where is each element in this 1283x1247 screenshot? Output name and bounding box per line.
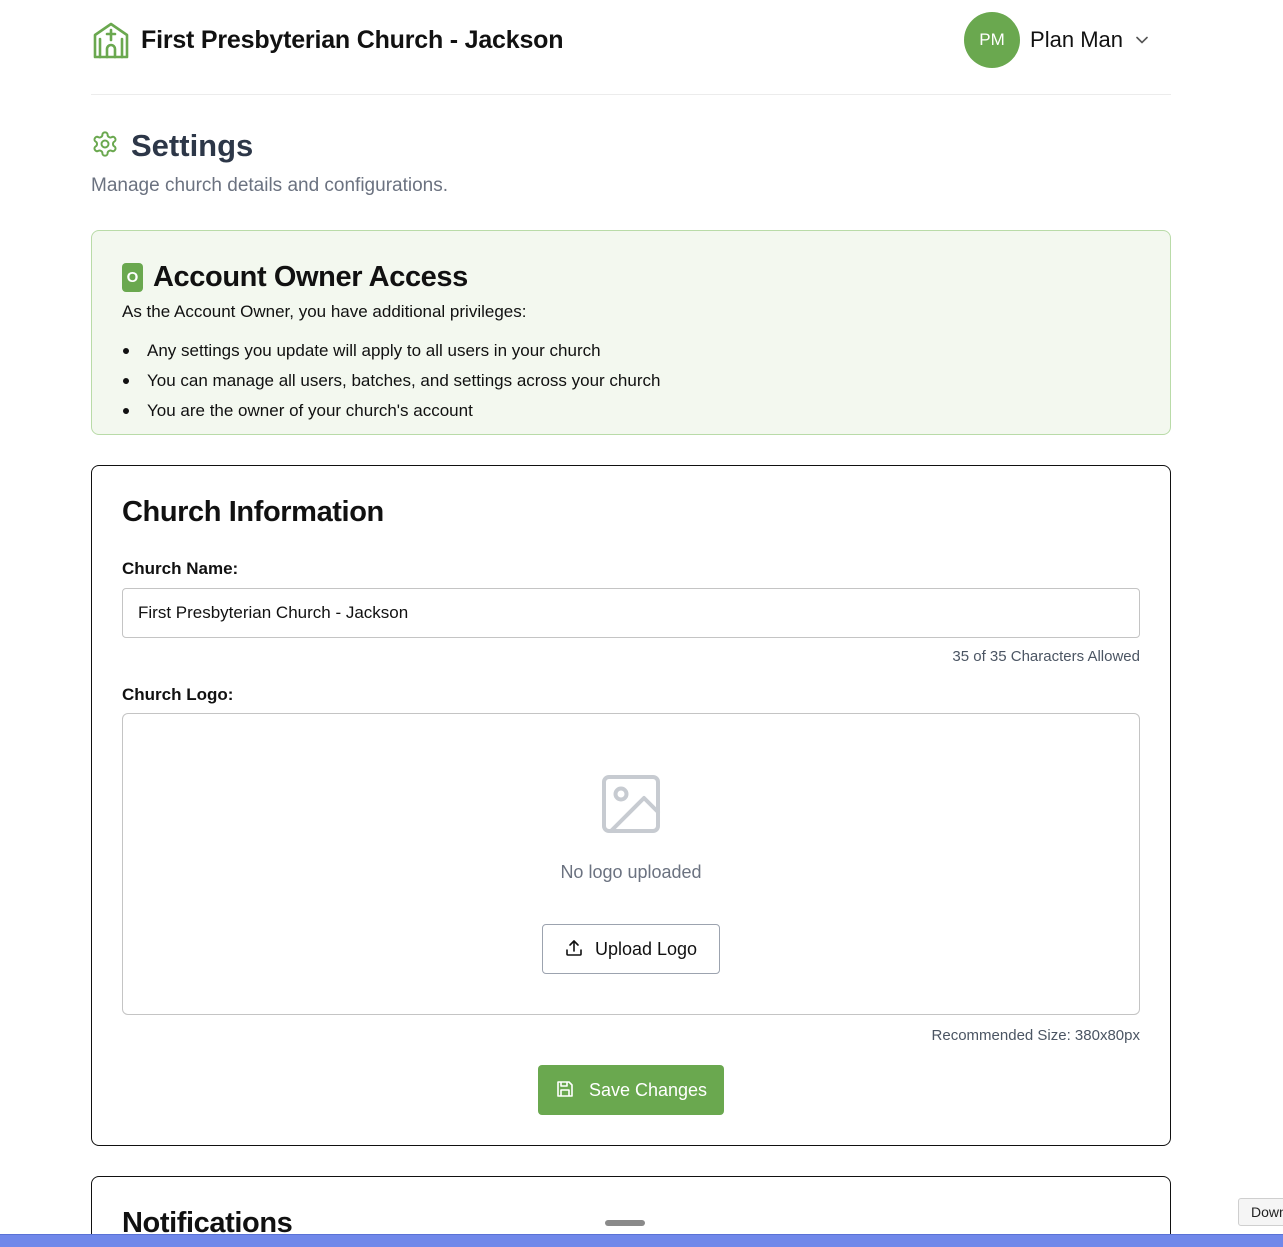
- page-title: Settings: [131, 128, 254, 163]
- upload-logo-button[interactable]: Upload Logo: [542, 924, 720, 974]
- church-name-label: Church Name:: [122, 559, 239, 578]
- chevron-down-icon[interactable]: [1135, 33, 1149, 47]
- church-name-title: First Presbyterian Church - Jackson: [141, 25, 564, 54]
- brand[interactable]: First Presbyterian Church - Jackson: [91, 20, 564, 60]
- download-button[interactable]: Down: [1238, 1198, 1283, 1226]
- owner-access-title: Account Owner Access: [153, 261, 468, 293]
- no-logo-text: No logo uploaded: [560, 862, 702, 882]
- account-owner-access-panel: O Account Owner Access As the Account Ow…: [91, 230, 1171, 435]
- top-header: First Presbyterian Church - Jackson PM P…: [91, 0, 1171, 95]
- list-item: Any settings you update will apply to al…: [122, 336, 1140, 366]
- bullet: [123, 408, 129, 414]
- user-name[interactable]: Plan Man: [1030, 27, 1123, 53]
- privilege-text: You are the owner of your church's accou…: [147, 401, 473, 420]
- page-title-row: Settings: [91, 128, 253, 164]
- bottom-bar: [0, 1234, 1283, 1247]
- avatar[interactable]: PM: [964, 12, 1021, 68]
- privilege-text: You can manage all users, batches, and s…: [147, 371, 661, 390]
- list-item: You can manage all users, batches, and s…: [122, 366, 1140, 396]
- owner-access-heading: O Account Owner Access: [122, 261, 1140, 294]
- logo-upload-area[interactable]: No logo uploaded Upload Logo: [122, 713, 1140, 1015]
- owner-access-intro: As the Account Owner, you have additiona…: [122, 302, 527, 321]
- image-placeholder-icon: [601, 774, 661, 834]
- save-changes-button[interactable]: Save Changes: [538, 1065, 724, 1115]
- gear-icon: [91, 130, 119, 163]
- list-item: You are the owner of your church's accou…: [122, 396, 1140, 426]
- character-count: 35 of 35 Characters Allowed: [952, 648, 1140, 665]
- page-subtitle: Manage church details and configurations…: [91, 175, 449, 196]
- privilege-text: Any settings you update will apply to al…: [147, 341, 601, 360]
- church-icon: [91, 20, 131, 60]
- owner-badge: O: [122, 263, 143, 292]
- church-logo-label: Church Logo:: [122, 685, 234, 704]
- bullet: [123, 348, 129, 354]
- page-container: First Presbyterian Church - Jackson PM P…: [91, 0, 1171, 1247]
- church-information-title: Church Information: [122, 496, 384, 528]
- upload-icon: [565, 939, 583, 960]
- user-menu[interactable]: PM Plan Man: [964, 12, 1149, 68]
- save-changes-label: Save Changes: [588, 1079, 708, 1100]
- bullet: [123, 378, 129, 384]
- drag-handle[interactable]: [605, 1220, 645, 1226]
- upload-logo-label: Upload Logo: [594, 938, 698, 959]
- church-information-card: Church Information Church Name: 35 of 35…: [91, 465, 1171, 1146]
- recommended-size-text: Recommended Size: 380x80px: [931, 1027, 1140, 1044]
- owner-privileges-list: Any settings you update will apply to al…: [122, 336, 1140, 426]
- church-name-input[interactable]: [122, 588, 1140, 638]
- save-icon: [555, 1079, 575, 1102]
